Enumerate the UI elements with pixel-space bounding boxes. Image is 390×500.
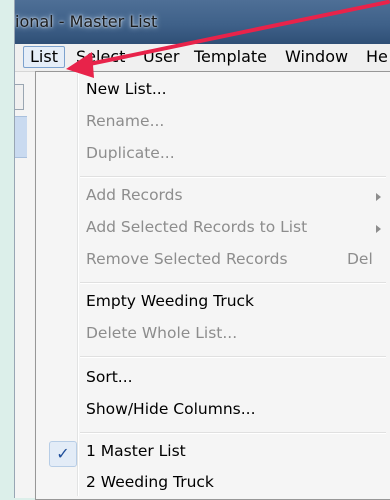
menu-item-label: Empty Weeding Truck	[86, 292, 255, 310]
menu-item-shortcut: Del	[347, 250, 373, 268]
menu-item-label: Delete Whole List...	[86, 324, 238, 342]
submenu-arrow-icon	[376, 225, 381, 233]
menu-item-new-list[interactable]: New List...	[38, 76, 388, 106]
menu-item-sort[interactable]: Sort...	[38, 364, 388, 394]
menu-separator	[80, 176, 386, 178]
menu-select[interactable]: Select	[70, 46, 131, 68]
menu-item-label: Remove Selected Records	[86, 250, 288, 268]
menu-item-label: Sort...	[86, 368, 133, 386]
menu-item-rename[interactable]: Rename...	[38, 108, 388, 138]
menu-item-label: 2 Weeding Truck	[86, 473, 214, 491]
menu-item-label: Add Selected Records to List	[86, 218, 308, 236]
menu-item-add-selected-records[interactable]: Add Selected Records to List	[38, 214, 388, 244]
menu-user[interactable]: User	[137, 46, 185, 68]
menu-item-empty-weeding-truck[interactable]: Empty Weeding Truck	[38, 288, 388, 318]
menu-item-label: Show/Hide Columns...	[86, 400, 256, 418]
background-selected-row	[15, 116, 27, 158]
menu-bar: List Select User Template Window He	[15, 44, 390, 72]
window-title: ional - Master List	[15, 12, 158, 31]
menu-separator	[80, 282, 386, 284]
menu-item-label: Duplicate...	[86, 144, 175, 162]
checkmark-icon: ✓	[49, 441, 77, 467]
submenu-arrow-icon	[376, 193, 381, 201]
menu-list[interactable]: List	[23, 46, 65, 68]
application-window: ional - Master List List Select User Tem…	[14, 0, 390, 500]
background-toolbar-button	[15, 84, 24, 110]
menu-item-master-list[interactable]: ✓ 1 Master List	[38, 438, 388, 468]
menu-item-label: New List...	[86, 80, 167, 98]
background-window-strip	[15, 72, 27, 498]
menu-item-weeding-truck[interactable]: 2 Weeding Truck	[38, 469, 388, 499]
menu-item-show-hide-columns[interactable]: Show/Hide Columns...	[38, 396, 388, 426]
menu-item-remove-selected-records[interactable]: Remove Selected Records Del	[38, 246, 388, 276]
menu-separator	[80, 432, 386, 434]
menu-item-delete-whole-list[interactable]: Delete Whole List...	[38, 320, 388, 350]
menu-item-label: Rename...	[86, 112, 165, 130]
title-bar: ional - Master List	[15, 0, 390, 44]
menu-template[interactable]: Template	[188, 46, 273, 68]
menu-item-label: Add Records	[86, 186, 183, 204]
menu-separator	[80, 356, 386, 358]
list-menu-dropdown: New List... Rename... Duplicate... Add R…	[35, 71, 390, 500]
menu-item-duplicate[interactable]: Duplicate...	[38, 140, 388, 170]
menu-item-label: 1 Master List	[86, 442, 186, 460]
menu-item-add-records[interactable]: Add Records	[38, 182, 388, 212]
menu-help[interactable]: He	[360, 46, 390, 68]
menu-window[interactable]: Window	[279, 46, 354, 68]
